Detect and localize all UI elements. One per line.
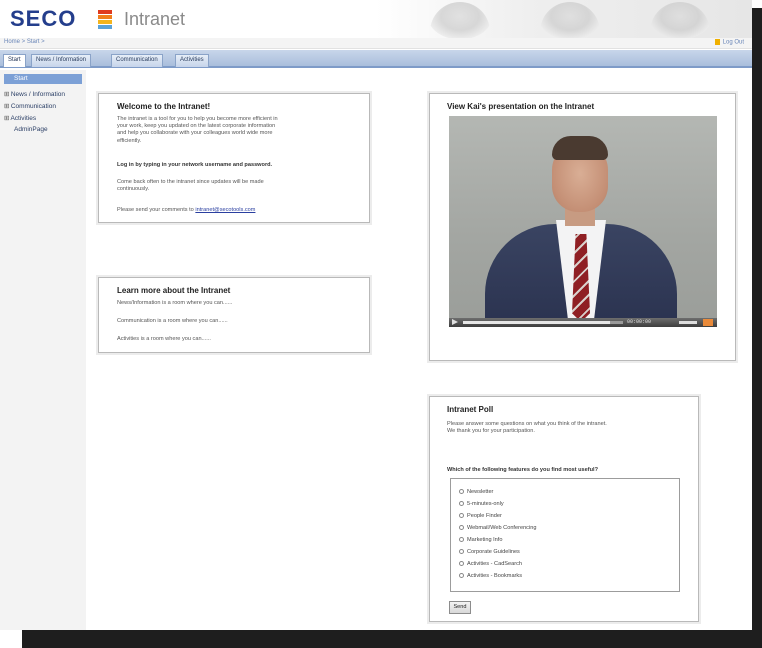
comments-email-link[interactable]: intranet@secotools.com [195, 207, 255, 213]
video-title: View Kai's presentation on the Intranet [447, 102, 595, 111]
radio-button[interactable] [459, 561, 464, 567]
sidebar-item-news-information[interactable]: ⊞ News / Information [4, 90, 65, 98]
header: SECO Intranet [0, 0, 752, 38]
logout-link[interactable]: Log Out [714, 39, 744, 46]
learn-more-panel: Learn more about the Intranet News/Infor… [98, 277, 370, 353]
expand-icon[interactable]: ⊞ [4, 90, 9, 98]
radio-button[interactable] [459, 513, 464, 519]
video-controls: 00:00:00 [449, 318, 717, 327]
poll-option[interactable]: Activities - Bookmarks [459, 573, 522, 579]
welcome-title: Welcome to the Intranet! [117, 102, 211, 111]
login-note: Log in by typing in your network usernam… [117, 162, 273, 168]
poll-option[interactable]: Corporate Guidelines [459, 549, 520, 555]
learn-more-title: Learn more about the Intranet [117, 286, 231, 295]
fullscreen-icon[interactable] [703, 319, 713, 326]
radio-button[interactable] [459, 537, 464, 543]
tab-activities[interactable]: Activities [175, 54, 209, 67]
tab-communication[interactable]: Communication [111, 54, 163, 67]
volume-slider[interactable] [679, 321, 697, 324]
send-button[interactable]: Send [449, 601, 471, 614]
page-shadow-right [752, 8, 762, 648]
seco-logo[interactable]: SECO [10, 6, 76, 32]
breadcrumb[interactable]: Home > Start > [4, 39, 45, 45]
expand-icon[interactable]: ⊞ [4, 114, 9, 122]
sidebar-item-start[interactable]: Start [4, 74, 82, 84]
logout-icon [714, 39, 720, 45]
sidebar-item-communication[interactable]: ⊞ Communication [4, 102, 56, 110]
sidebar-item-activities[interactable]: ⊞ Activities [4, 114, 36, 122]
radio-button[interactable] [459, 525, 464, 531]
welcome-panel: Welcome to the Intranet! The intranet is… [98, 93, 370, 223]
poll-option[interactable]: Webmail/Web Conferencing [459, 525, 536, 531]
poll-intro: Please answer some questions on what you… [447, 421, 607, 435]
radio-button[interactable] [459, 489, 464, 495]
comments-line: Please send your comments to intranet@se… [117, 207, 256, 213]
tab-news-information[interactable]: News / Information [31, 54, 92, 67]
poll-option[interactable]: Marketing Info [459, 537, 502, 543]
poll-option[interactable]: Newsletter [459, 489, 493, 495]
poll-question: Which of the following features do you f… [447, 467, 599, 473]
poll-option[interactable]: 5-minutes-only [459, 501, 504, 507]
learn-more-activities: Activities is a room where you can...... [117, 336, 211, 342]
header-photo-banner [420, 2, 750, 38]
intranet-page: SECO Intranet Home > Start > Log Out Sta… [0, 0, 752, 630]
logo-mark-icon [98, 10, 112, 29]
video-seek-bar[interactable] [463, 321, 623, 324]
poll-title: Intranet Poll [447, 405, 494, 414]
poll-option[interactable]: People Finder [459, 513, 502, 519]
app-title: Intranet [124, 9, 186, 29]
tab-start[interactable]: Start [3, 54, 26, 67]
learn-more-news: News/Information is a room where you can… [117, 300, 233, 306]
tab-bar: Start News / Information Communication A… [0, 50, 752, 68]
radio-button[interactable] [459, 549, 464, 555]
welcome-intro: The intranet is a tool for you to help y… [117, 116, 278, 144]
play-icon[interactable] [452, 319, 458, 325]
sidebar-item-adminpage[interactable]: AdminPage [14, 126, 48, 133]
sidebar: Start ⊞ News / Information ⊞ Communicati… [0, 70, 86, 630]
come-back-note: Come back often to the intranet since up… [117, 179, 264, 193]
breadcrumb-bar: Home > Start > Log Out [0, 38, 752, 49]
poll-option[interactable]: Activities - CadSearch [459, 561, 522, 567]
video-time: 00:00:00 [627, 319, 652, 325]
page-shadow-bottom [22, 630, 762, 648]
radio-button[interactable] [459, 501, 464, 507]
expand-icon[interactable]: ⊞ [4, 102, 9, 110]
logout-label: Log Out [722, 39, 744, 46]
poll-options: Newsletter 5-minutes-only People Finder … [450, 478, 680, 592]
learn-more-communication: Communication is a room where you can...… [117, 318, 228, 324]
radio-button[interactable] [459, 573, 464, 579]
presentation-video[interactable] [449, 116, 717, 318]
